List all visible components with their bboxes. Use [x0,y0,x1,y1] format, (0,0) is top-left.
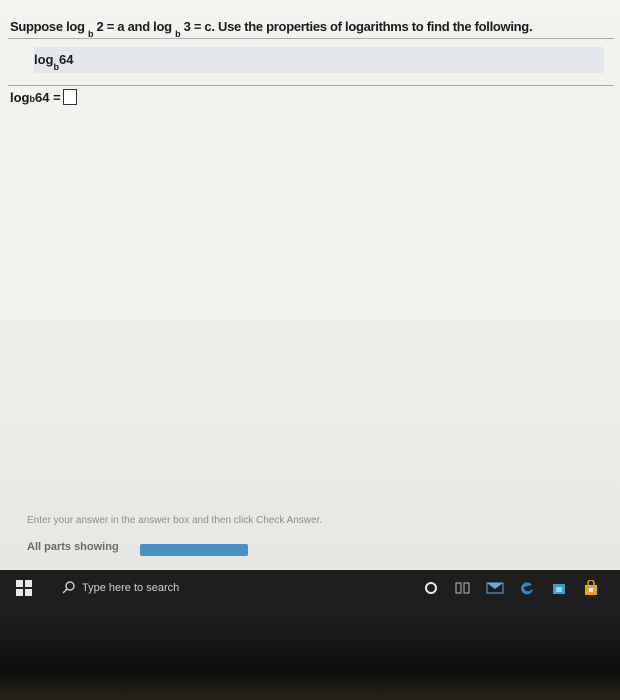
subquestion-log: log [34,52,54,67]
answer-input[interactable] [62,89,77,105]
progress-fill [140,544,248,556]
answer-arg: 64 = [35,89,61,105]
subquestion-arg: 64 [59,52,74,67]
progress-bar [140,544,248,556]
subquestion-text: logb64 [34,52,74,72]
question-part-1: 2 = a and log [96,19,173,34]
subquestion-panel: logb64 [34,47,604,73]
taskbar: Type here to search [0,570,620,606]
monitor-bezel [0,606,620,700]
taskbar-search[interactable]: Type here to search [48,573,222,603]
store-icon[interactable] [550,579,568,597]
divider [8,85,614,86]
question-prefix: Suppose log [10,19,85,34]
divider [8,38,614,39]
question-part-2: 3 = c. Use the properties of logarithms … [183,19,533,34]
cortana-icon[interactable] [422,579,440,597]
instruction-hint: Enter your answer in the answer box and … [27,515,323,526]
mail-icon[interactable] [486,579,504,597]
answer-base: b [29,94,36,104]
screen: Suppose log b 2 = a and log b 3 = c. Use… [0,0,620,600]
windows-start-icon[interactable] [0,570,48,606]
edge-icon[interactable] [518,579,536,597]
task-view-icon[interactable] [454,579,472,597]
question-text: Suppose log b 2 = a and log b 3 = c. Use… [10,19,610,39]
search-placeholder: Type here to search [82,582,180,594]
subquestion-base: b [53,61,60,72]
answer-log: log [10,89,30,105]
taskbar-icons [422,579,620,597]
answer-row: log b 64 = [10,89,77,105]
shopping-bag-icon[interactable] [582,579,600,597]
parts-showing-label: All parts showing [27,541,119,553]
search-icon [62,580,76,597]
